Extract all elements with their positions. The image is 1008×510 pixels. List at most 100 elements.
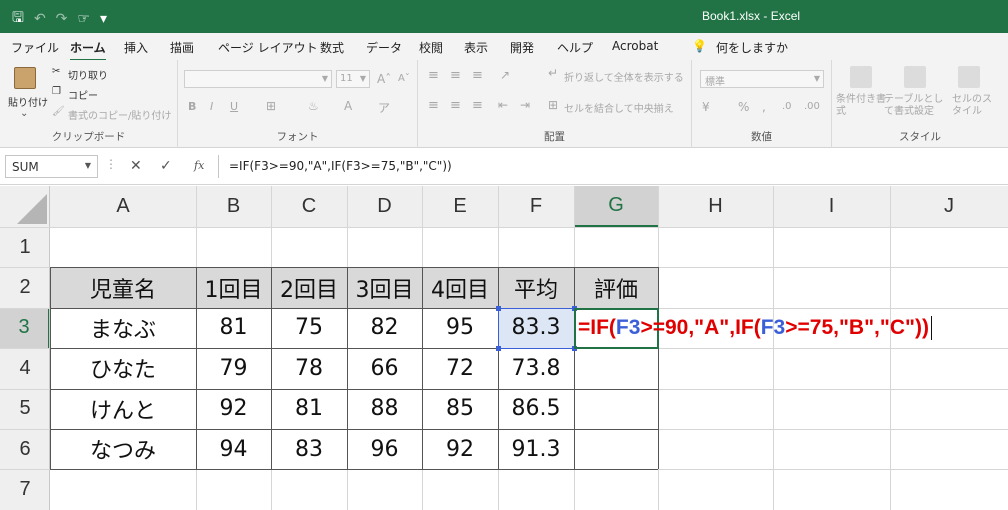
cut-button[interactable]: 切り取り [68,67,108,82]
increase-font-icon[interactable]: Aˆ [377,72,391,86]
tab-page-layout[interactable]: ページ レイアウト [218,39,318,56]
touch-mode-icon[interactable]: ☞ [77,11,90,27]
student-name-cell[interactable]: なつみ [50,429,196,469]
table-header-cell[interactable]: 平均 [498,267,574,307]
grade-cell[interactable] [574,389,658,429]
font-color-icon[interactable]: A [344,99,352,113]
row-header-4[interactable]: 4 [0,348,50,389]
undo-icon[interactable]: ↶ [34,11,46,27]
row-header-5[interactable]: 5 [0,388,50,429]
font-size-combo[interactable]: 11 ▼ [336,70,370,88]
score-cell[interactable]: 78 [271,348,347,388]
tab-draw[interactable]: 描画 [170,39,194,56]
score-cell[interactable]: 85 [422,389,498,429]
currency-icon[interactable]: ¥ [702,100,710,114]
grade-cell[interactable] [574,348,658,388]
tab-view[interactable]: 表示 [464,39,488,56]
decrease-font-icon[interactable]: Aˇ [398,73,410,84]
bold-icon[interactable]: B [188,100,196,113]
student-name-cell[interactable]: けんと [50,389,196,429]
paste-dropdown-icon[interactable]: ⌄ [20,108,28,119]
align-bottom-icon[interactable]: ≡ [472,68,483,83]
wrap-text-button[interactable]: 折り返して全体を表示する [564,69,684,84]
redo-icon[interactable]: ↷ [56,11,68,27]
borders-icon[interactable]: ⊞ [266,99,276,113]
comma-icon[interactable]: , [762,100,766,114]
editing-formula-cell[interactable]: =IF(F3 >=90,"A",IF(F3 >=75,"B","C")) [574,308,994,348]
average-cell[interactable]: 91.3 [498,429,574,469]
score-cell[interactable]: 95 [422,308,498,348]
decrease-indent-icon[interactable]: ⇤ [498,98,508,112]
merge-center-button[interactable]: セルを結合して中央揃え [564,100,674,115]
row-header-1[interactable]: 1 [0,227,50,268]
score-cell[interactable]: 92 [196,389,271,429]
align-right-icon[interactable]: ≡ [472,98,483,113]
decrease-decimal-icon[interactable]: .00 [804,101,820,112]
column-header-d[interactable]: D [347,186,422,227]
score-cell[interactable]: 88 [347,389,422,429]
tab-home[interactable]: ホーム [70,39,106,61]
column-header-h[interactable]: H [658,186,773,227]
row-header-7[interactable]: 7 [0,469,50,510]
underline-icon[interactable]: U [230,100,238,113]
paste-icon[interactable] [14,67,36,89]
enter-icon[interactable]: ✓ [160,158,172,174]
customize-qat-icon[interactable]: ▾ [100,11,107,27]
table-header-cell[interactable]: 2回目 [271,267,347,307]
column-header-b[interactable]: B [196,186,271,227]
row-header-6[interactable]: 6 [0,429,50,470]
fill-color-icon[interactable]: ♨ [308,99,319,113]
row-header-2[interactable]: 2 [0,267,50,308]
score-cell[interactable]: 72 [422,348,498,388]
student-name-cell[interactable]: まなぶ [50,308,196,348]
select-all-corner[interactable] [0,186,50,227]
increase-indent-icon[interactable]: ⇥ [520,98,530,112]
tab-data[interactable]: データ [366,39,402,56]
table-header-cell[interactable]: 3回目 [347,267,422,307]
score-cell[interactable]: 66 [347,348,422,388]
column-header-c[interactable]: C [271,186,347,227]
score-cell[interactable]: 94 [196,429,271,469]
name-box[interactable]: SUM ▼ [5,155,98,178]
score-cell[interactable]: 96 [347,429,422,469]
column-header-e[interactable]: E [422,186,498,227]
score-cell[interactable]: 81 [271,389,347,429]
tab-file[interactable]: ファイル [11,39,59,56]
align-left-icon[interactable]: ≡ [428,98,439,113]
grade-cell[interactable] [574,429,658,469]
score-cell[interactable]: 92 [422,429,498,469]
format-painter-button[interactable]: 書式のコピー/貼り付け [68,107,171,122]
score-cell[interactable]: 75 [271,308,347,348]
percent-icon[interactable]: % [738,100,749,114]
table-header-cell[interactable]: 1回目 [196,267,271,307]
tab-insert[interactable]: 挿入 [124,39,148,56]
tab-review[interactable]: 校閲 [419,39,443,56]
save-icon[interactable]: 🖫 [12,7,24,31]
format-as-table-button[interactable]: テーブルとして書式設定 [884,94,950,118]
tab-developer[interactable]: 開発 [510,39,534,56]
column-header-g[interactable]: G [574,186,658,227]
tell-me-search[interactable]: 何をしますか [716,39,788,56]
cancel-icon[interactable]: ✕ [130,158,142,174]
align-center-icon[interactable]: ≡ [450,98,461,113]
column-header-i[interactable]: I [773,186,890,227]
score-cell[interactable]: 79 [196,348,271,388]
font-name-combo[interactable]: ▼ [184,70,332,88]
tab-help[interactable]: ヘルプ [557,39,593,56]
cell-styles-button[interactable]: セルのスタイル [952,94,1000,118]
score-cell[interactable]: 82 [347,308,422,348]
row-header-3[interactable]: 3 [0,307,50,349]
column-header-f[interactable]: F [498,186,574,227]
student-name-cell[interactable]: ひなた [50,348,196,388]
copy-button[interactable]: コピー [68,87,98,102]
paste-button[interactable]: 貼り付け [8,94,48,109]
table-header-cell[interactable]: 評価 [574,267,658,307]
chevron-down-icon[interactable]: ▼ [85,161,91,170]
average-cell[interactable]: 73.8 [498,348,574,388]
average-cell[interactable]: 86.5 [498,389,574,429]
italic-icon[interactable]: I [210,100,213,113]
tab-acrobat[interactable]: Acrobat [612,39,658,53]
insert-function-icon[interactable]: fx [194,159,204,172]
increase-decimal-icon[interactable]: .0 [782,101,792,112]
table-header-cell[interactable]: 児童名 [50,267,196,307]
